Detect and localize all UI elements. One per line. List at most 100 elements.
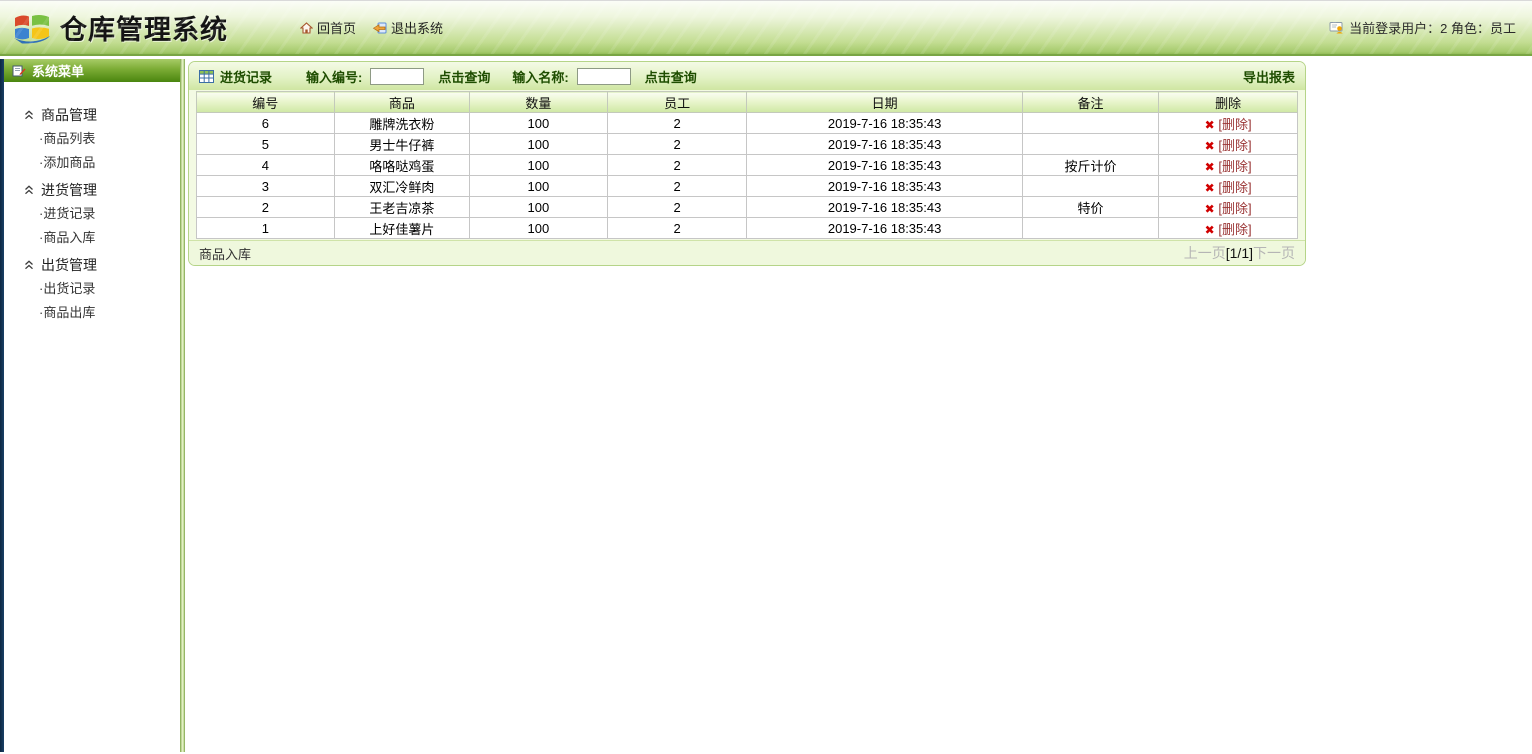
cell-quantity: 100: [469, 196, 608, 218]
panel-title: 进货记录: [199, 67, 272, 86]
filter-id-query-button[interactable]: 点击查询: [438, 67, 490, 86]
table-header-row: 编号 商品 数量 员工 日期 备注 删除: [196, 91, 1298, 113]
export-report-link[interactable]: 导出报表: [1243, 67, 1295, 86]
filter-id-label: 输入编号:: [306, 69, 363, 85]
user-status-text: 当前登录用户：2 角色：员工: [1349, 21, 1516, 36]
sidebar-item-stock-out[interactable]: ·商品出库: [24, 301, 180, 325]
panel-title-text: 进货记录: [220, 69, 273, 85]
sidebar-item-purchase-records[interactable]: ·进货记录: [24, 202, 180, 226]
column-header-product: 商品: [333, 91, 471, 113]
menu-group-label: 商品管理: [41, 106, 97, 123]
delete-link[interactable]: [删除]: [1218, 138, 1251, 153]
double-chevron-up-icon: [24, 184, 34, 195]
delete-link[interactable]: [删除]: [1218, 159, 1251, 174]
delete-x-icon: ✖: [1204, 201, 1215, 216]
column-header-date: 日期: [746, 91, 1023, 113]
cell-product: 雕牌洗衣粉: [333, 112, 471, 134]
user-status: 当前登录用户：2 角色：员工: [1329, 18, 1516, 37]
purchase-records-panel: 进货记录 输入编号: 点击查询 输入名称: 点击查询 导出报表 编号 商品 数量…: [188, 61, 1306, 266]
sidebar-header: 系统菜单: [4, 59, 180, 82]
cell-note: [1021, 217, 1160, 239]
next-page-link[interactable]: 下一页: [1253, 245, 1295, 261]
table-row: 3 双汇冷鲜肉 100 2 2019-7-16 18:35:43 ✖ [删除]: [196, 175, 1298, 197]
footer-stock-in-link[interactable]: 商品入库: [199, 244, 251, 263]
cell-delete: ✖ [删除]: [1158, 196, 1298, 218]
cell-note: [1021, 112, 1160, 134]
filter-name-label: 输入名称:: [512, 69, 569, 85]
page-layout: 系统菜单 商品管理 ·商品列表 ·添加商品 进货管理 ·进货记录 ·商品入库 出…: [0, 59, 1532, 752]
filter-name-input[interactable]: [576, 67, 631, 85]
column-header-quantity: 数量: [469, 91, 608, 113]
delete-link[interactable]: [删除]: [1218, 117, 1251, 132]
cell-date: 2019-7-16 18:35:43: [746, 217, 1023, 239]
delete-link[interactable]: [删除]: [1218, 201, 1251, 216]
cell-note: 特价: [1021, 196, 1160, 218]
column-header-id: 编号: [196, 91, 335, 113]
prev-page-link[interactable]: 上一页: [1184, 245, 1226, 261]
filter-name-query-button[interactable]: 点击查询: [645, 67, 697, 86]
cell-quantity: 100: [469, 112, 608, 134]
cell-product: 男士牛仔裤: [333, 133, 471, 155]
cell-product: 双汇冷鲜肉: [333, 175, 471, 197]
sidebar-item-add-product[interactable]: ·添加商品: [24, 151, 180, 175]
purchase-records-table: 编号 商品 数量 员工 日期 备注 删除 6 雕牌洗衣粉 100 2 2019-…: [196, 91, 1298, 239]
app-title: 仓库管理系统: [60, 15, 228, 45]
sidebar-menu: 商品管理 ·商品列表 ·添加商品 进货管理 ·进货记录 ·商品入库 出货管理 ·…: [4, 82, 180, 327]
cell-quantity: 100: [469, 175, 608, 197]
cell-delete: ✖ [删除]: [1158, 112, 1298, 134]
cell-date: 2019-7-16 18:35:43: [746, 112, 1023, 134]
delete-x-icon: ✖: [1204, 159, 1215, 174]
cell-date: 2019-7-16 18:35:43: [746, 154, 1023, 176]
table-row: 4 咯咯哒鸡蛋 100 2 2019-7-16 18:35:43 按斤计价 ✖ …: [196, 154, 1298, 176]
panel-footer: 商品入库 上一页[1/1]下一页: [189, 240, 1305, 265]
table-row: 2 王老吉凉茶 100 2 2019-7-16 18:35:43 特价 ✖ [删…: [196, 196, 1298, 218]
menu-group-purchase-toggle[interactable]: 进货管理: [24, 177, 180, 202]
cell-date: 2019-7-16 18:35:43: [746, 133, 1023, 155]
menu-group-shipment: 出货管理 ·出货记录 ·商品出库: [24, 252, 180, 325]
table-row: 6 雕牌洗衣粉 100 2 2019-7-16 18:35:43 ✖ [删除]: [196, 112, 1298, 134]
cell-id: 5: [196, 133, 335, 155]
cell-note: [1021, 175, 1160, 197]
column-header-delete: 删除: [1158, 91, 1298, 113]
cell-delete: ✖ [删除]: [1158, 175, 1298, 197]
sidebar-header-label: 系统菜单: [32, 64, 85, 79]
table-row: 5 男士牛仔裤 100 2 2019-7-16 18:35:43 ✖ [删除]: [196, 133, 1298, 155]
sidebar-item-stock-in[interactable]: ·商品入库: [24, 226, 180, 250]
table-body: 6 雕牌洗衣粉 100 2 2019-7-16 18:35:43 ✖ [删除] …: [196, 112, 1298, 239]
logout-link[interactable]: 退出系统: [372, 18, 443, 37]
delete-x-icon: ✖: [1204, 117, 1215, 132]
home-link[interactable]: 回首页: [300, 18, 356, 37]
logout-link-label: 退出系统: [391, 21, 444, 36]
cell-note: 按斤计价: [1021, 154, 1160, 176]
cell-product: 王老吉凉茶: [333, 196, 471, 218]
cell-employee: 2: [606, 196, 748, 218]
cell-date: 2019-7-16 18:35:43: [746, 175, 1023, 197]
cell-id: 2: [196, 196, 335, 218]
top-banner: 仓库管理系统 回首页 退出系统 当前登录用户：2 角色：员工: [0, 0, 1532, 56]
delete-link[interactable]: [删除]: [1218, 222, 1251, 237]
delete-x-icon: ✖: [1204, 222, 1215, 237]
column-header-employee: 员工: [606, 91, 748, 113]
cell-employee: 2: [606, 154, 748, 176]
pagination: 上一页[1/1]下一页: [1184, 243, 1295, 263]
table-grid-icon: [199, 69, 214, 83]
menu-group-label: 进货管理: [41, 181, 97, 198]
delete-x-icon: ✖: [1204, 138, 1215, 153]
page-indicator: [1/1]: [1225, 245, 1253, 261]
cell-employee: 2: [606, 217, 748, 239]
double-chevron-up-icon: [24, 109, 34, 120]
home-link-label: 回首页: [317, 21, 357, 36]
sidebar-item-product-list[interactable]: ·商品列表: [24, 127, 180, 151]
delete-link[interactable]: [删除]: [1218, 180, 1251, 195]
menu-group-products: 商品管理 ·商品列表 ·添加商品: [24, 102, 180, 175]
menu-group-shipment-toggle[interactable]: 出货管理: [24, 252, 180, 277]
cell-date: 2019-7-16 18:35:43: [746, 196, 1023, 218]
cell-quantity: 100: [469, 154, 608, 176]
menu-group-products-toggle[interactable]: 商品管理: [24, 102, 180, 127]
current-user-icon: [1329, 21, 1344, 34]
sidebar-item-shipment-records[interactable]: ·出货记录: [24, 277, 180, 301]
menu-group-label: 出货管理: [41, 256, 97, 273]
cell-delete: ✖ [删除]: [1158, 133, 1298, 155]
cell-employee: 2: [606, 112, 748, 134]
filter-id-input[interactable]: [370, 67, 425, 85]
